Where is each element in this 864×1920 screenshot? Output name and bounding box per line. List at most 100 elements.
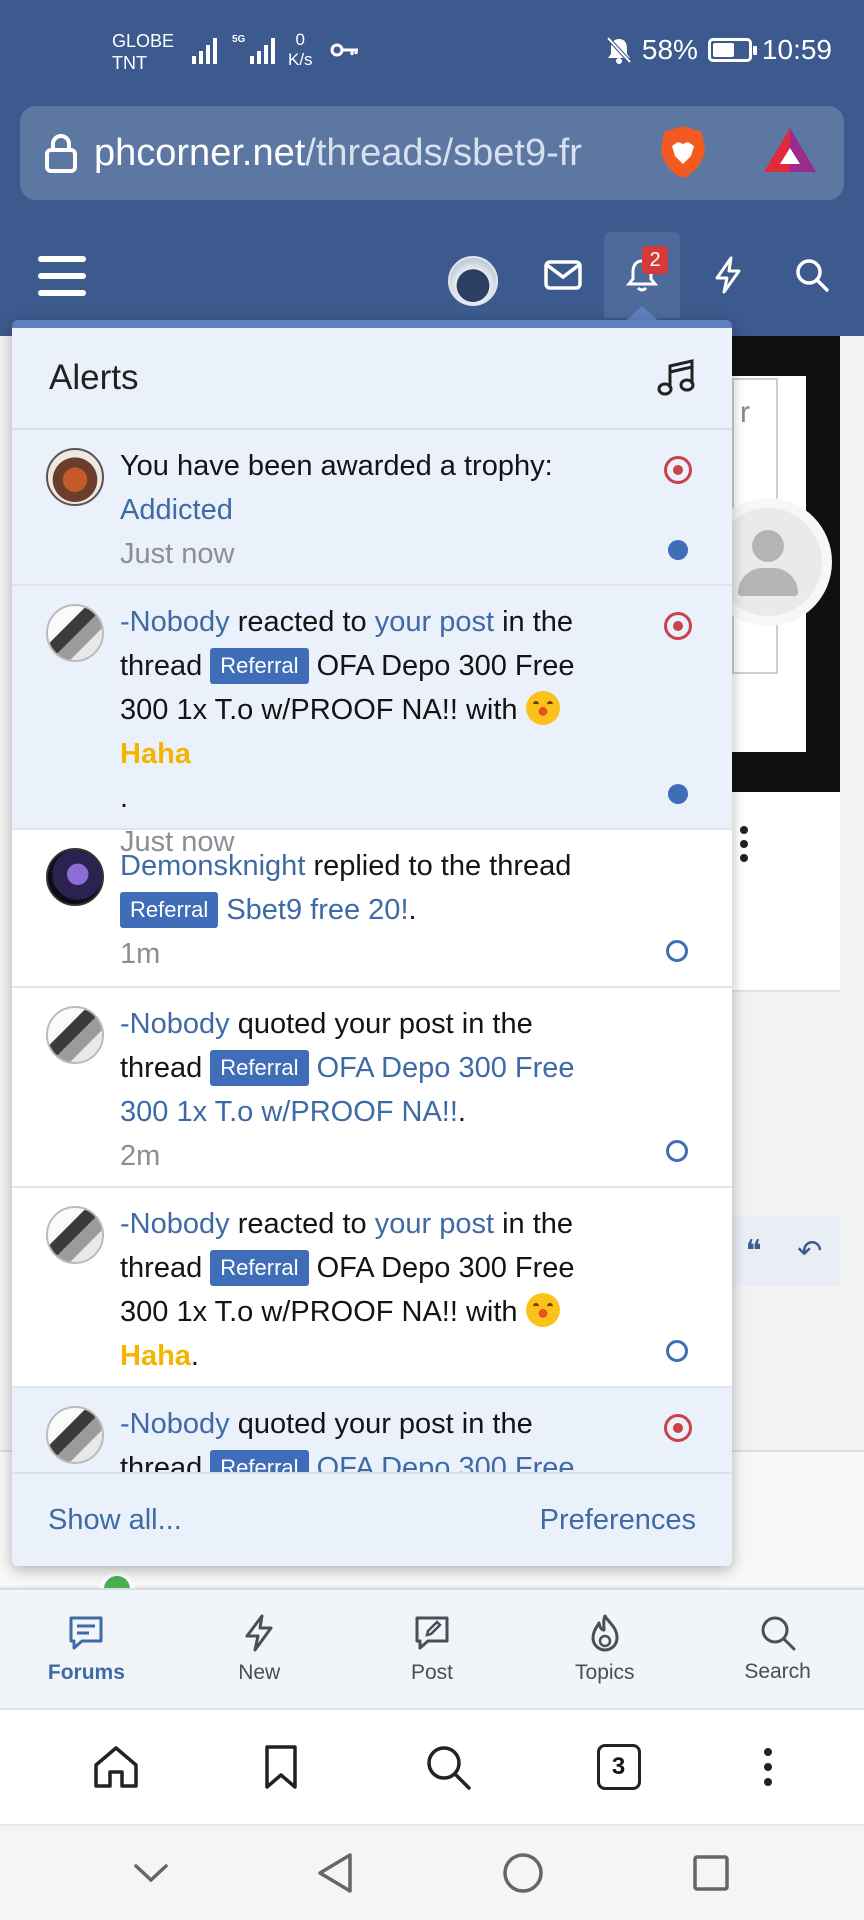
post-link[interactable]: your post (375, 1208, 494, 1240)
mute-bell-icon (606, 36, 632, 64)
home-icon[interactable] (92, 1743, 140, 1791)
avatar[interactable] (46, 604, 104, 662)
nav-forums[interactable]: Forums (0, 1590, 173, 1708)
avatar[interactable] (46, 1006, 104, 1064)
avatar[interactable] (46, 1406, 104, 1464)
music-note-icon[interactable] (656, 358, 696, 398)
alert-item[interactable]: -Nobody reacted to your post in the thre… (12, 586, 732, 858)
reaction-label: Haha (120, 1340, 191, 1372)
quote-icon[interactable]: ❝ (746, 1234, 762, 1269)
preferences-link[interactable]: Preferences (540, 1504, 696, 1537)
user-avatar[interactable] (448, 256, 498, 306)
user-link[interactable]: Demonsknight (120, 850, 305, 882)
carrier-line1: GLOBE (112, 31, 175, 51)
brave-shield-icon[interactable] (658, 124, 708, 180)
browser-menu-icon[interactable] (764, 1748, 773, 1786)
carrier: GLOBE TNT (112, 30, 174, 74)
nav-label: Post (410, 1661, 453, 1684)
clock: 10:59 (761, 34, 832, 65)
reply-icon[interactable]: ↶ (797, 1234, 822, 1269)
user-link[interactable]: -Nobody (120, 1208, 230, 1240)
bolt-icon (715, 256, 741, 294)
mark-read-icon[interactable] (664, 1414, 692, 1442)
alert-text: You have been awarded a trophy: (120, 450, 553, 482)
network-tag: 5G (232, 34, 246, 45)
status-bar: GLOBE TNT 5G 0 K/s 58% 10:59 (0, 0, 864, 100)
back-icon[interactable] (315, 1851, 355, 1895)
tabs-count-button[interactable]: 3 (596, 1744, 641, 1790)
alert-body: -Nobody reacted to your post in the thre… (120, 600, 622, 820)
mark-read-icon[interactable] (664, 612, 692, 640)
browser-chrome: phcorner.net/threads/sbet9-fr (0, 100, 864, 210)
user-link[interactable]: -Nobody (120, 606, 230, 638)
user-link[interactable]: -Nobody (120, 1408, 230, 1440)
lock-icon[interactable] (44, 133, 78, 173)
recents-icon[interactable] (691, 1853, 731, 1893)
alerts-badge: 2 (642, 246, 668, 274)
nav-label: Search (744, 1660, 811, 1683)
alert-body: You have been awarded a trophy: Addicted (120, 444, 622, 532)
envelope-icon (544, 260, 582, 290)
alert-action: reacted to (237, 1208, 367, 1240)
prefix-tag: Referral (210, 1450, 309, 1474)
url-text[interactable]: phcorner.net/threads/sbet9-fr (94, 132, 624, 175)
alert-item[interactable]: -Nobody reacted to your post in the thre… (12, 1188, 732, 1416)
alert-item[interactable]: Demonsknight replied to the thread Refer… (12, 830, 732, 988)
alert-end: . (190, 1340, 199, 1372)
thread-link[interactable]: Sbet9 free 20! (226, 894, 408, 926)
browser-toolbar: 3 (0, 1708, 864, 1824)
alert-item[interactable]: You have been awarded a trophy: Addicted… (12, 430, 732, 586)
bookmark-icon[interactable] (263, 1744, 299, 1790)
thread-link[interactable]: OFA Depo 300 Free (317, 1452, 575, 1474)
nav-topics[interactable]: Topics (518, 1590, 691, 1708)
nav-new[interactable]: New (173, 1590, 346, 1708)
avatar[interactable] (46, 1206, 104, 1264)
alert-body: -Nobody reacted to your post in the thre… (120, 1202, 622, 1378)
unread-dot-icon[interactable] (668, 540, 688, 560)
nav-post[interactable]: Post (346, 1590, 519, 1708)
read-dot-icon[interactable] (666, 1140, 688, 1162)
home-circle-icon[interactable] (501, 1851, 545, 1895)
battery-percent: 58% (641, 34, 698, 65)
battery-icon (707, 38, 757, 62)
avatar[interactable] (46, 848, 104, 906)
reaction-label: Haha (120, 738, 191, 770)
nav-search[interactable]: Search (691, 1590, 864, 1708)
post-footer (728, 792, 840, 992)
inbox-button[interactable] (525, 232, 601, 318)
prefix-tag: Referral (210, 648, 309, 684)
alert-body: Demonsknight replied to the thread Refer… (120, 844, 622, 932)
show-all-link[interactable]: Show all... (48, 1504, 182, 1537)
alert-item[interactable]: -Nobody quoted your post in the thread R… (12, 988, 732, 1188)
site-bottom-nav: Forums New Post Topics Search (0, 1588, 864, 1708)
chevron-down-icon[interactable] (133, 1862, 169, 1884)
alert-end: . (457, 1096, 466, 1128)
carrier-line2: TNT (112, 53, 147, 73)
read-dot-icon[interactable] (666, 940, 688, 962)
user-link[interactable]: -Nobody (120, 1008, 230, 1040)
alert-action: reacted to (237, 606, 367, 638)
alert-item[interactable]: -Nobody quoted your post in the thread R… (12, 1388, 732, 1474)
mark-read-icon[interactable] (664, 456, 692, 484)
rofl-emoji-icon (525, 691, 560, 725)
search-icon[interactable] (423, 1742, 473, 1792)
speed-unit: K/s (288, 50, 313, 69)
search-button[interactable] (774, 232, 850, 318)
avatar[interactable] (46, 448, 104, 506)
alert-time: 2m (120, 1140, 161, 1172)
more-options-icon[interactable] (740, 826, 748, 862)
system-nav-bar (0, 1824, 864, 1920)
alerts-title: Alerts (49, 358, 139, 397)
post-link[interactable]: your post (375, 606, 494, 638)
unread-dot-icon[interactable] (668, 784, 688, 804)
whats-new-button[interactable] (690, 232, 766, 318)
read-dot-icon[interactable] (666, 1340, 688, 1362)
post-icon (415, 1616, 449, 1650)
hamburger-menu-icon[interactable] (38, 256, 86, 296)
prefix-tag: Referral (210, 1050, 309, 1086)
signal-icon-2 (250, 34, 275, 64)
address-bar[interactable]: phcorner.net/threads/sbet9-fr (20, 106, 844, 200)
bat-rewards-icon[interactable] (762, 126, 818, 176)
trophy-link[interactable]: Addicted (120, 494, 233, 526)
post-actions: ❝ ↶ (728, 1216, 840, 1286)
